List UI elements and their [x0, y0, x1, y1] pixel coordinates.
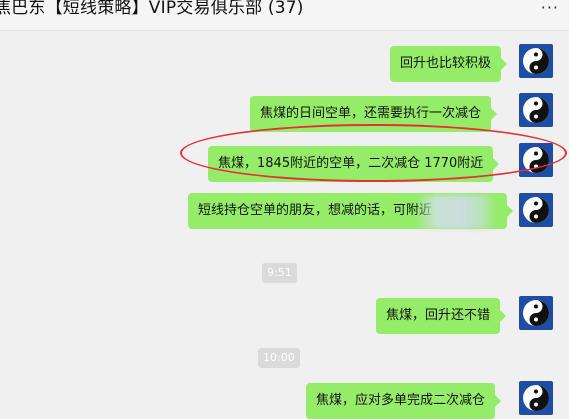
- avatar[interactable]: [519, 143, 553, 177]
- yin-yang-icon: [523, 300, 549, 326]
- message-text: 焦煤，1845附近的空单，二次减仓 1770附近: [218, 156, 484, 171]
- timestamp: 9:51: [262, 263, 297, 283]
- avatar[interactable]: [519, 296, 553, 330]
- avatar[interactable]: [519, 93, 553, 127]
- message-bubble[interactable]: 焦煤，应对多单完成二次减仓: [306, 383, 502, 419]
- yin-yang-icon: [523, 147, 549, 173]
- yin-yang-icon: [523, 197, 549, 223]
- message-text: 焦煤的日间空单，还需要执行一次减仓: [260, 106, 482, 121]
- yin-yang-icon: [523, 385, 549, 411]
- yin-yang-icon: [523, 48, 549, 74]
- title-bar: 焦巴东【短线策略】VIP交易俱乐部 (37) ···: [0, 0, 569, 31]
- yin-yang-icon: [523, 97, 549, 123]
- timestamp: 10:00: [258, 348, 300, 368]
- message-bubble[interactable]: 焦煤，回升还不错: [376, 298, 507, 334]
- message-text: 回升也比较积极: [400, 56, 492, 71]
- avatar[interactable]: [519, 381, 553, 415]
- message-bubble[interactable]: 回升也比较积极: [390, 46, 508, 82]
- blur-mask: [415, 195, 497, 229]
- avatar[interactable]: [519, 44, 553, 78]
- chat-title: 焦巴东【短线策略】VIP交易俱乐部 (37): [0, 0, 304, 18]
- message-bubble[interactable]: 焦煤的日间空单，还需要执行一次减仓: [250, 96, 498, 132]
- message-text: 焦煤，应对多单完成二次减仓: [316, 393, 486, 408]
- message-text: 焦煤，回升还不错: [386, 308, 491, 323]
- more-options-icon[interactable]: ···: [541, 0, 559, 17]
- avatar[interactable]: [519, 193, 553, 227]
- message-bubble[interactable]: 焦煤，1845附近的空单，二次减仓 1770附近: [208, 146, 500, 182]
- message-text: 短线持仓空单的朋友，想减的话，可附近: [198, 203, 433, 218]
